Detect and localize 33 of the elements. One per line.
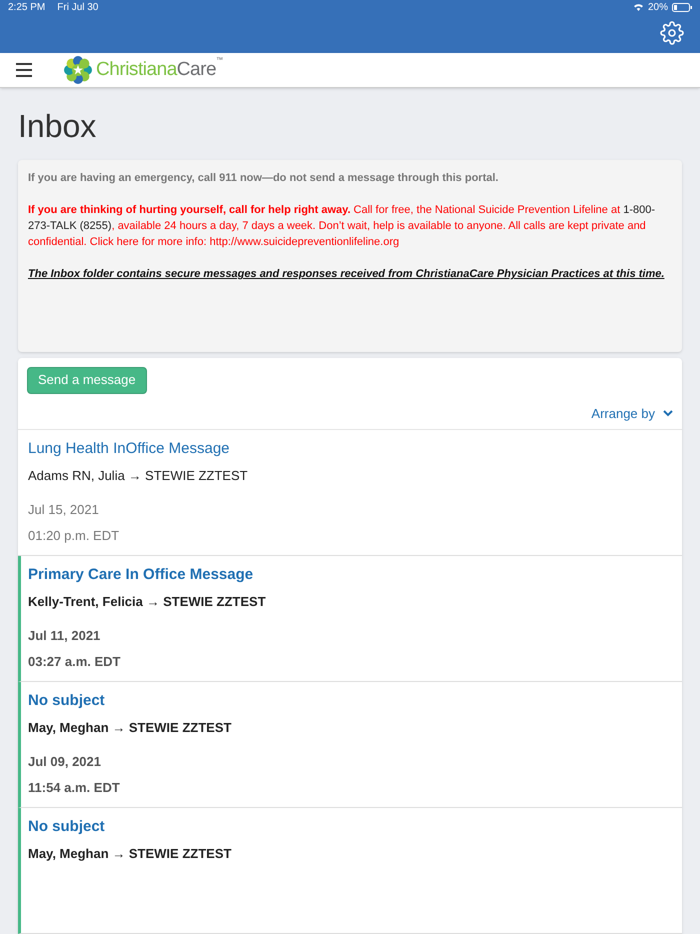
message-sender-recipient: May, Meghan → STEWIE ZZTEST [28, 846, 232, 862]
message-time: 11:54 a.m. EDT [28, 780, 121, 796]
battery-icon [672, 2, 692, 12]
wifi-icon [632, 3, 644, 11]
message-row[interactable]: No subject May, Meghan → STEWIE ZZTEST [18, 808, 682, 934]
message-date: Jul 09, 2021 [28, 754, 102, 770]
message-sender-recipient: Adams RN, Julia → STEWIE ZZTEST [28, 468, 249, 484]
status-time: 2:25 PM [8, 0, 46, 14]
message-date: Jul 11, 2021 [28, 628, 102, 644]
message-sender-recipient: Kelly-Trent, Felicia → STEWIE ZZTEST [28, 594, 267, 610]
message-sender-recipient: May, Meghan → STEWIE ZZTEST [28, 720, 232, 736]
settings-icon [660, 21, 684, 46]
emergency-notice: If you are having an emergency, call 911 now—do not send a message through this portal. [28, 171, 500, 186]
message-row[interactable]: Lung Health InOffice Message Adams RN, Julia → STEWIE ZZTEST Jul 15, 2021 01:20 p.m. EDT [18, 430, 682, 556]
flower-logo-icon [64, 56, 92, 84]
battery-percent: 20% [648, 0, 668, 14]
message-time: 01:20 p.m. EDT [28, 528, 120, 544]
arrange-by-dropdown[interactable]: Arrange by [591, 404, 673, 423]
chevron-down-icon [663, 410, 673, 417]
page-title: Inbox [17, 107, 98, 146]
message-subject: Lung Health InOffice Message [28, 440, 231, 458]
message-subject: No subject [28, 692, 106, 710]
menu-button[interactable] [16, 63, 32, 78]
folder-note: The Inbox folder contains secure messages and responses received from ChristianaCare Physician Practices at this time. [28, 267, 666, 282]
crisis-notice: If you are thinking of hurting yourself, call for help right away. Call for free, the National Suicide Prevention Lifeline at 1-800-273-TALK (8255), available 24 hours a day, 7 days a week. Don’t wait, help is available to anyone. All calls are kept private and confidential. Click here for more info: http://www.suicidepreventionlifeline.org [28, 203, 656, 250]
message-date: Jul 15, 2021 [28, 502, 100, 518]
status-date: Fri Jul 30 [57, 0, 98, 14]
message-row[interactable]: No subject May, Meghan → STEWIE ZZTEST Jul 09, 2021 11:54 a.m. EDT [18, 682, 682, 808]
message-row[interactable]: Primary Care In Office Message Kelly-Trent, Felicia → STEWIE ZZTEST Jul 11, 2021 03:27 a.m. EDT [18, 556, 682, 682]
settings-button[interactable] [660, 21, 684, 46]
message-subject: Primary Care In Office Message [28, 566, 254, 584]
message-time: 03:27 a.m. EDT [28, 654, 122, 670]
message-subject: No subject [28, 818, 106, 836]
